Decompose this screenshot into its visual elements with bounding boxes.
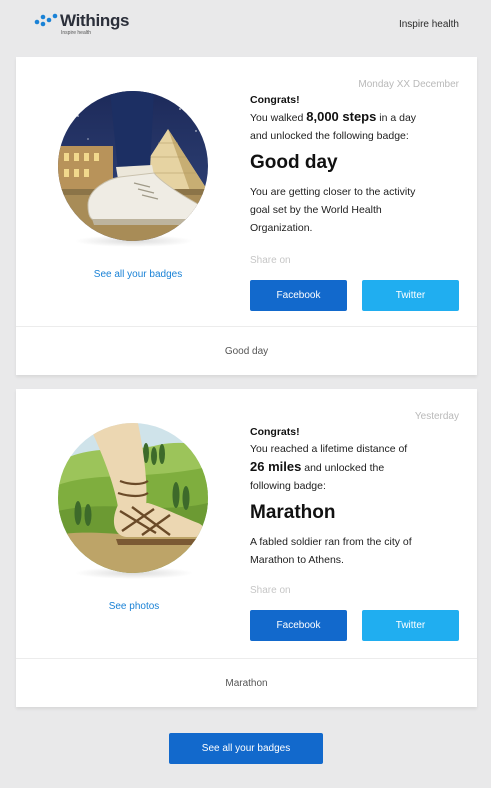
line-text: and unlocked the — [301, 462, 385, 474]
see-photos-link[interactable]: See photos — [12, 601, 256, 612]
logo-wordmark: Withings — [60, 11, 130, 30]
achievement-line-3: following badge: — [250, 480, 326, 492]
badge-description: A fabled soldier ran from the city of Ma… — [250, 533, 465, 569]
badge-description: You are getting closer to the activity g… — [250, 183, 465, 237]
email-header: Withings Inspire health Inspire health — [0, 0, 491, 52]
steps-value: 8,000 steps — [306, 109, 377, 124]
badge-card-marathon: See photos Yesterday Congrats! You reach… — [16, 389, 477, 707]
good-day-badge-illustration — [58, 91, 208, 241]
facebook-share-button[interactable]: Facebook — [250, 610, 347, 641]
card-date: Monday XX December — [358, 79, 459, 90]
badge-card-good-day: See all your badges Monday XX December C… — [16, 57, 477, 375]
achievement-line-2: and unlocked the following badge: — [250, 130, 409, 142]
achievement-line-1: You reached a lifetime distance of — [250, 443, 408, 455]
twitter-share-button[interactable]: Twitter — [362, 610, 459, 641]
badge-title: Good day — [250, 152, 338, 173]
marathon-badge-illustration — [58, 423, 208, 573]
description-line: Marathon to Athens. — [250, 554, 344, 566]
logo-tagline: Inspire health — [61, 30, 92, 36]
header-tagline: Inspire health — [398, 19, 459, 30]
see-all-badges-link[interactable]: See all your badges — [16, 269, 260, 280]
badge-title: Marathon — [250, 502, 336, 523]
share-label: Share on — [250, 255, 291, 266]
card-date: Yesterday — [414, 411, 459, 422]
distance-value: 26 miles — [250, 459, 302, 474]
description-line: goal set by the World Health — [250, 204, 382, 216]
congrats-heading: Congrats! — [250, 94, 300, 106]
description-line: You are getting closer to the activity — [250, 186, 416, 198]
facebook-share-button[interactable]: Facebook — [250, 280, 347, 311]
line-text: You walked — [250, 112, 307, 124]
withings-logo-icon — [34, 13, 58, 27]
see-all-badges-button[interactable]: See all your badges — [169, 733, 323, 764]
achievement-line-2: 26 miles and unlocked the — [250, 458, 465, 477]
card-footer: Good day — [16, 326, 477, 375]
line-text: in a day — [376, 112, 417, 124]
card-footer: Marathon — [16, 658, 477, 707]
description-line: A fabled soldier ran from the city of — [250, 536, 412, 548]
description-line: Organization. — [250, 222, 313, 234]
twitter-share-button[interactable]: Twitter — [362, 280, 459, 311]
share-label: Share on — [250, 585, 291, 596]
card-content: Congrats! You walked 8,000 steps in a da… — [250, 93, 465, 237]
achievement-line-1: You walked 8,000 steps in a day — [250, 108, 465, 127]
congrats-heading: Congrats! — [250, 426, 300, 438]
card-content: Congrats! You reached a lifetime distanc… — [250, 425, 465, 569]
